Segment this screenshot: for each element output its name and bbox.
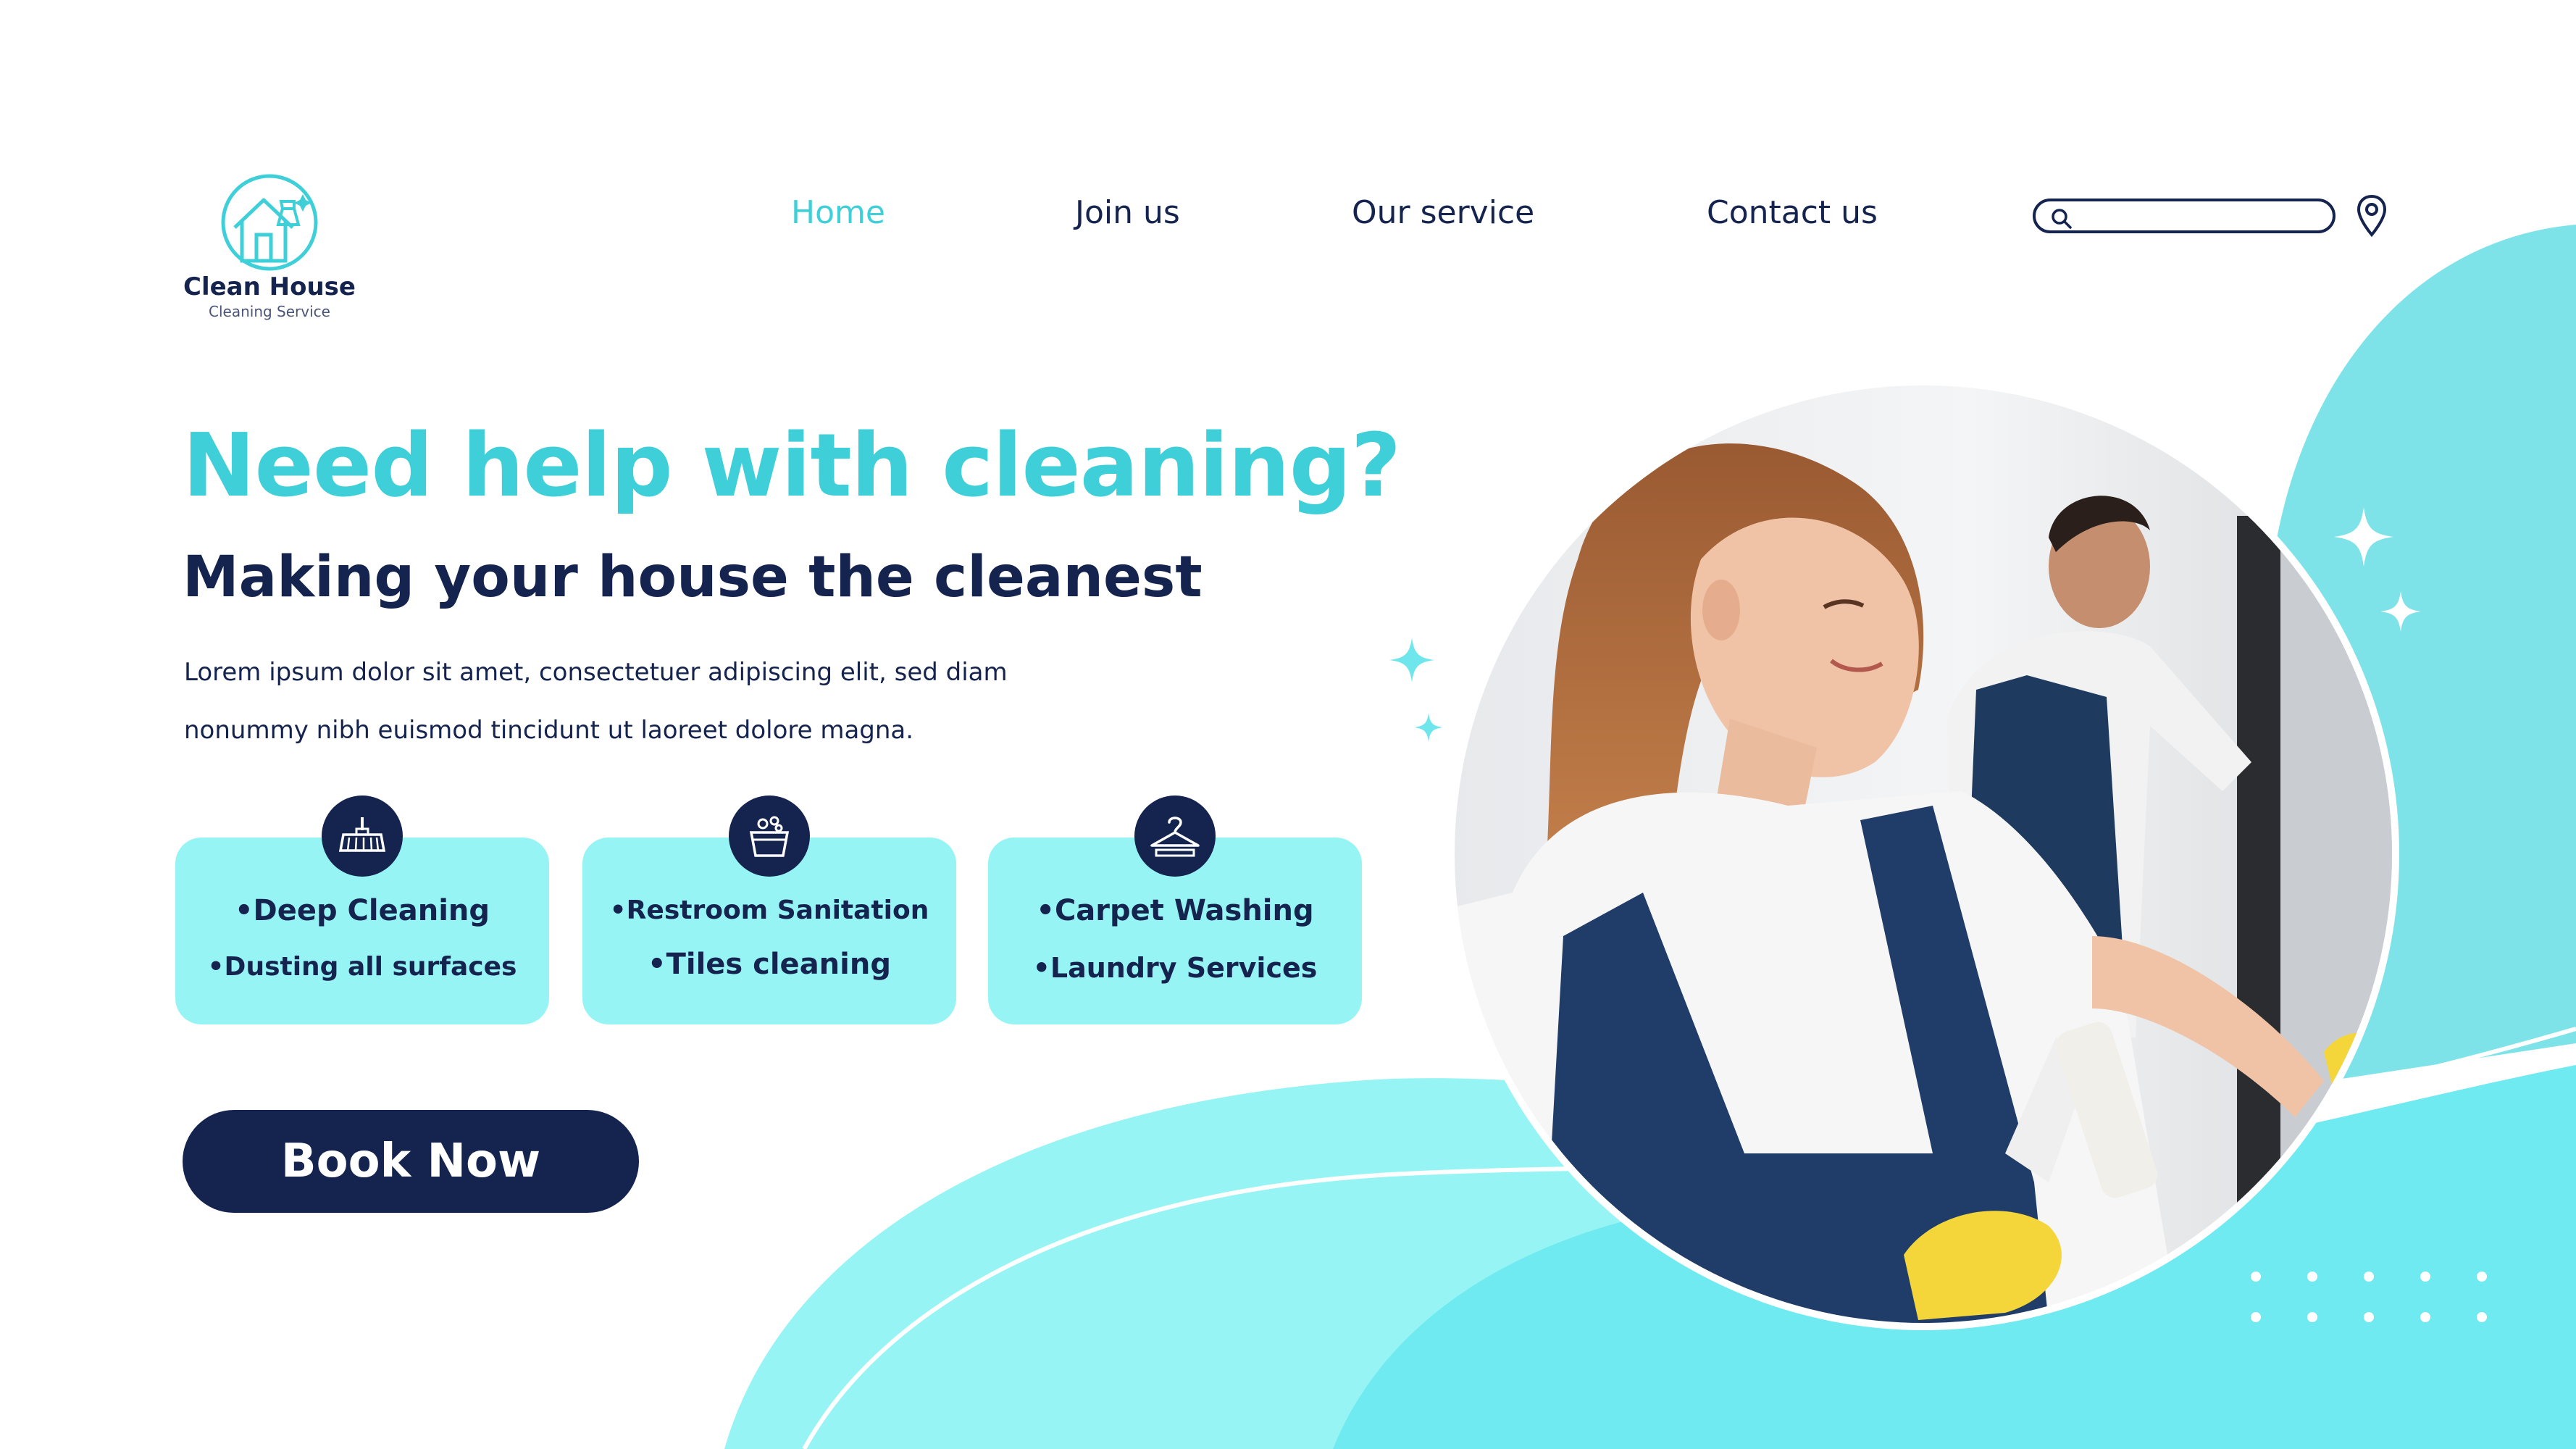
service-item: •Deep Cleaning (234, 894, 490, 927)
hero-description: Lorem ipsum dolor sit amet, consectetuer… (184, 643, 1198, 759)
sparkle-icon (1414, 713, 1443, 742)
decorative-dots (2251, 1271, 2487, 1322)
hero-photo (1455, 385, 2392, 1323)
bucket-icon (729, 796, 810, 877)
hanger-icon (1134, 796, 1216, 877)
brand-name: Clean House (183, 272, 356, 301)
hero-description-line: Lorem ipsum dolor sit amet, consectetuer… (184, 658, 1008, 687)
service-item: •Restroom Sanitation (609, 895, 929, 925)
hero-photo-frame (1447, 378, 2399, 1330)
nav-home[interactable]: Home (791, 194, 885, 231)
service-item: •Carpet Washing (1036, 894, 1314, 927)
service-card-carpet-washing[interactable]: •Carpet Washing •Laundry Services (988, 796, 1362, 1024)
broom-icon (322, 796, 403, 877)
sparkle-icon (2380, 591, 2421, 632)
nav-contact-us[interactable]: Contact us (1707, 194, 1878, 231)
book-now-button[interactable]: Book Now (183, 1110, 639, 1213)
service-card-deep-cleaning[interactable]: •Deep Cleaning •Dusting all surfaces (175, 796, 549, 1024)
hero-description-line: nonummy nibh euismod tincidunt ut laoree… (184, 716, 914, 745)
sparkle-icon (2334, 507, 2393, 567)
hero-title: Need help with cleaning? (183, 416, 1401, 517)
nav-our-service[interactable]: Our service (1352, 194, 1534, 231)
service-item: •Laundry Services (1032, 952, 1318, 984)
search-input[interactable] (2079, 204, 2328, 229)
search-icon (2052, 209, 2072, 229)
house-spray-logo-icon (221, 174, 318, 271)
location-pin-icon[interactable] (2356, 194, 2388, 238)
search-bar[interactable] (2033, 199, 2335, 233)
nav-join-us[interactable]: Join us (1075, 194, 1180, 231)
service-item: •Dusting all surfaces (207, 952, 517, 982)
hero-subtitle: Making your house the cleanest (183, 545, 1203, 610)
sparkle-icon (1389, 638, 1434, 682)
service-item: •Tiles cleaning (648, 948, 891, 981)
brand-logo[interactable]: Clean House Cleaning Service (183, 174, 356, 320)
brand-tagline: Cleaning Service (209, 303, 330, 320)
service-card-restroom-sanitation[interactable]: •Restroom Sanitation •Tiles cleaning (582, 796, 956, 1024)
